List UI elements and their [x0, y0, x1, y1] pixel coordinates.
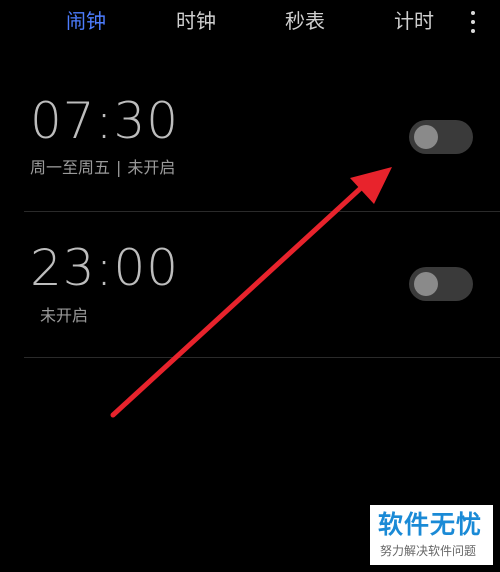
tab-alarm[interactable]: 闹钟 — [66, 8, 106, 34]
alarm-item[interactable]: 23:00 未开启 — [0, 227, 500, 357]
alarm-time: 23:00 — [30, 239, 180, 297]
divider — [24, 211, 500, 212]
more-vertical-icon[interactable] — [466, 9, 480, 35]
divider — [24, 357, 500, 358]
tab-stopwatch[interactable]: 秒表 — [285, 8, 325, 34]
toggle-knob — [414, 125, 438, 149]
alarm-repeat: 周一至周五 — [30, 158, 111, 177]
alarm-time: 07:30 — [30, 92, 180, 150]
alarm-info: 未开启 — [40, 305, 88, 327]
alarm-info: 周一至周五 | 未开启 — [30, 157, 175, 179]
tab-bar: 闹钟 时钟 秒表 计时 — [0, 0, 500, 44]
alarm-toggle[interactable] — [409, 267, 473, 301]
alarm-toggle[interactable] — [409, 120, 473, 154]
watermark-subtitle: 努力解决软件问题 — [380, 544, 477, 558]
tab-clock[interactable]: 时钟 — [176, 8, 216, 34]
toggle-knob — [414, 272, 438, 296]
watermark-logo: 软件无忧 努力解决软件问题 — [370, 505, 493, 565]
alarm-screen: 闹钟 时钟 秒表 计时 07:30 周一至周五 | 未开启 23:00 未开启 软件… — [0, 0, 500, 572]
alarm-status: 未开启 — [40, 306, 89, 325]
tab-timer[interactable]: 计时 — [394, 8, 434, 34]
alarm-separator: | — [116, 158, 122, 177]
alarm-status: 未开启 — [127, 158, 176, 177]
alarm-item[interactable]: 07:30 周一至周五 | 未开启 — [0, 80, 500, 210]
watermark-title: 软件无忧 — [378, 510, 483, 539]
